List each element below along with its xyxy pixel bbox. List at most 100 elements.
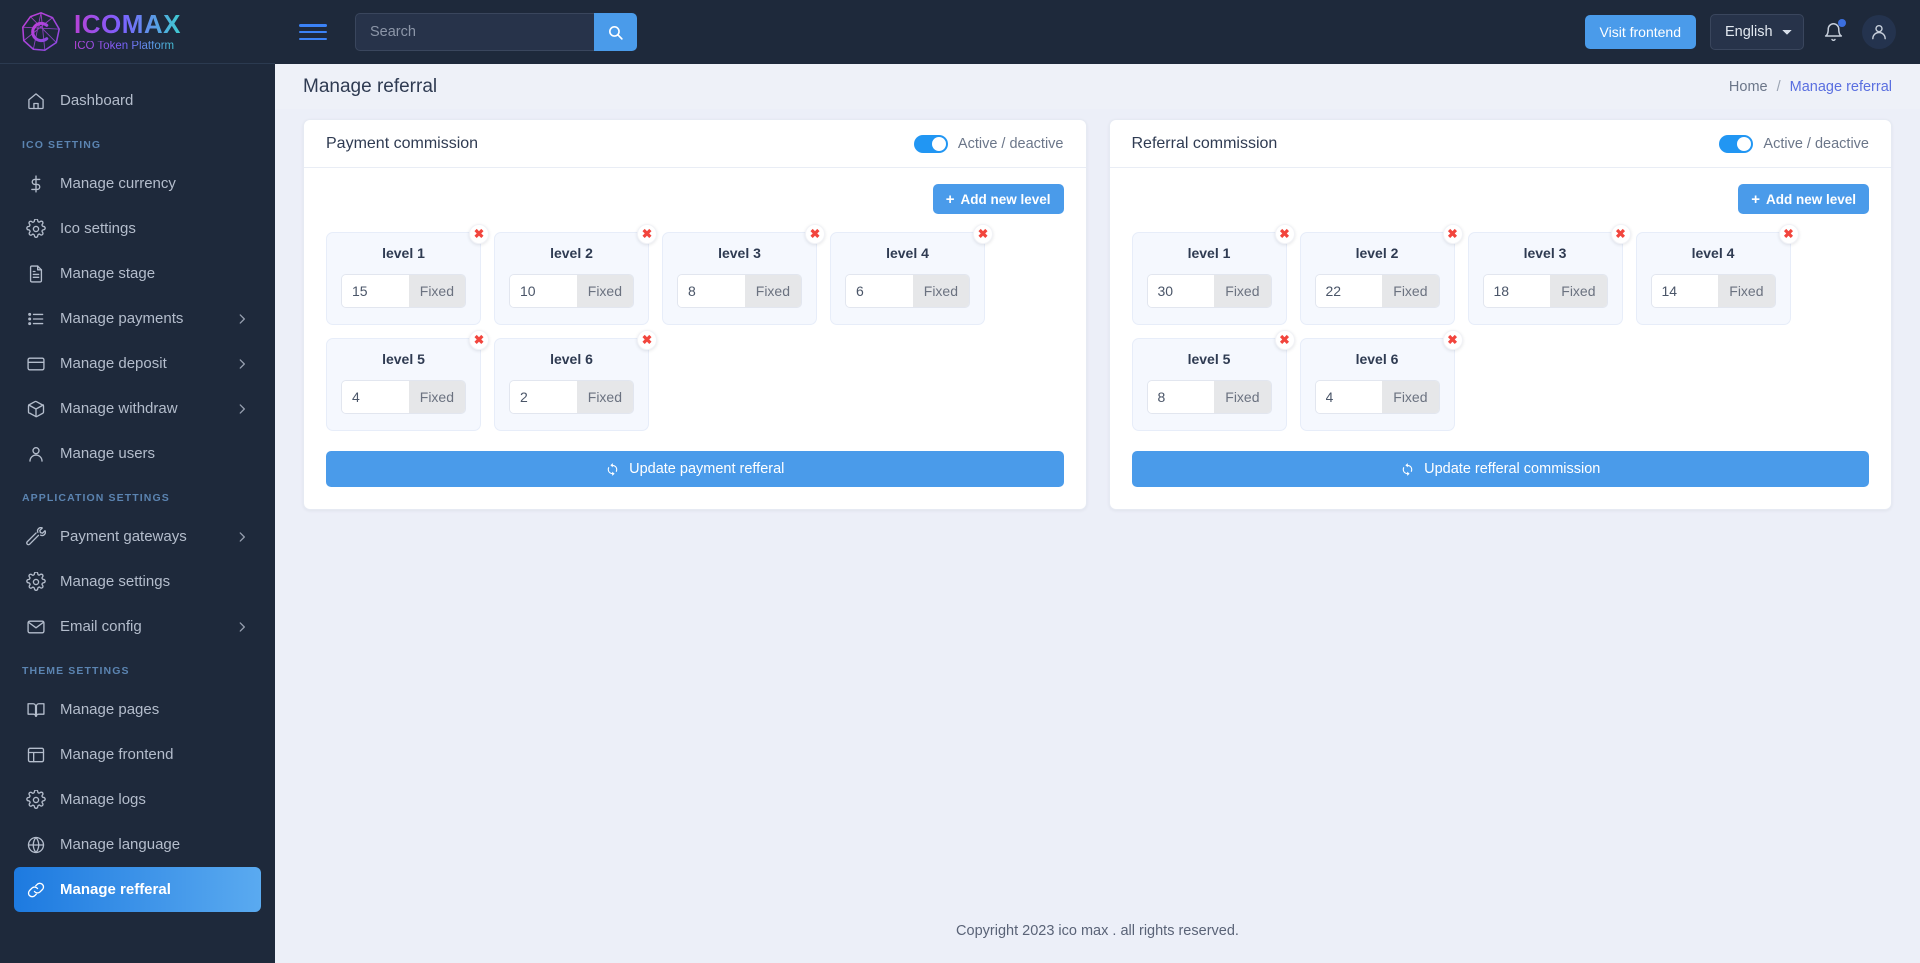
page-title: Manage referral (303, 75, 438, 97)
add-new-level-button[interactable]: + Add new level (932, 184, 1064, 214)
update-button[interactable]: Update refferal commission (1131, 451, 1869, 487)
add-level-row: + Add new level (326, 184, 1064, 214)
level-card: ✖ level 6 Fixed (1299, 330, 1463, 431)
user-icon (26, 444, 46, 464)
sidebar-item-label: Dashboard (60, 92, 134, 109)
visit-frontend-button[interactable]: Visit frontend (1584, 15, 1696, 49)
card-referral-commission: Referral commission Active / deactive + Add… (1108, 119, 1892, 510)
sidebar-item-ico-settings[interactable]: Ico settings (14, 206, 261, 251)
sidebar-item-manage-currency[interactable]: Manage currency (14, 161, 261, 206)
sidebar-item-label: Manage users (60, 445, 156, 462)
level-title: level 4 (1691, 245, 1735, 261)
levels-grid: ✖level 1Fixed✖level 2Fixed✖level 3Fixed✖… (1131, 224, 1870, 431)
sidebar-item-manage-users[interactable]: Manage users (14, 431, 261, 476)
remove-level-button[interactable]: ✖ (1442, 330, 1463, 350)
sidebar-item-label: Manage pages (60, 701, 160, 718)
remove-level-button[interactable]: ✖ (1442, 224, 1463, 244)
level-title: level 4 (886, 245, 929, 261)
notifications-button[interactable] (1818, 17, 1848, 47)
level-card: ✖ level 6 Fixed (494, 330, 657, 431)
sidebar-item-manage-settings[interactable]: Manage settings (14, 559, 261, 604)
active-deactive-toggle[interactable] (913, 134, 948, 153)
toggle-label: Active / deactive (957, 135, 1064, 152)
sidebar-item-manage-payments[interactable]: Manage payments (14, 296, 261, 341)
search-button[interactable] (594, 13, 637, 51)
breadcrumb-home[interactable]: Home (1729, 79, 1768, 95)
gear-icon (26, 571, 46, 592)
globe-icon (26, 835, 46, 855)
card-body: + Add new level ✖ level 1 Fixed ✖ level 2 Fixed… (304, 168, 1086, 509)
sidebar-item-manage-withdraw[interactable]: Manage withdraw (14, 386, 261, 431)
sidebar-item-manage-refferal[interactable]: Manage refferal (14, 867, 261, 912)
level-amount-input[interactable] (1483, 275, 1551, 307)
sidebar-item-dashboard[interactable]: Dashboard (14, 78, 261, 123)
sidebar-item-manage-pages[interactable]: Manage pages (14, 687, 261, 732)
card-payment-commission: Payment commission Active / deactive + Add … (303, 119, 1087, 510)
level-title: level 3 (1523, 245, 1567, 261)
add-new-level-label: Add new level (960, 191, 1051, 207)
remove-level-button[interactable]: ✖ (469, 330, 489, 350)
level-amount-suffix: Fixed (576, 275, 633, 307)
card-title: Payment commission (326, 134, 479, 152)
update-button[interactable]: Update payment refferal (326, 451, 1064, 487)
level-amount-input[interactable] (1315, 275, 1383, 307)
level-amount-group: Fixed (1146, 380, 1272, 414)
level-amount-input[interactable] (342, 381, 409, 413)
profile-button[interactable] (1862, 15, 1896, 49)
level-amount-input[interactable] (342, 275, 409, 307)
level-amount-group: Fixed (341, 380, 466, 414)
level-amount-suffix: Fixed (408, 381, 465, 413)
level-amount-suffix: Fixed (1718, 275, 1775, 307)
level-card: ✖ level 4 Fixed (1635, 224, 1799, 325)
remove-level-button[interactable]: ✖ (805, 224, 825, 244)
search-box (355, 13, 637, 51)
language-select[interactable]: English (1710, 14, 1804, 50)
chevron-right-icon (235, 620, 249, 634)
sidebar-item-manage-stage[interactable]: Manage stage (14, 251, 261, 296)
level-amount-input[interactable] (510, 275, 577, 307)
hamburger-icon[interactable] (299, 21, 329, 43)
level-card: ✖ level 4 Fixed (830, 224, 993, 325)
sidebar-item-payment-gateways[interactable]: Payment gateways (14, 514, 261, 559)
topbar-right-group: Visit frontend English (1584, 14, 1896, 50)
level-amount-input[interactable] (1147, 275, 1215, 307)
active-deactive-toggle[interactable] (1719, 134, 1754, 153)
level-amount-input[interactable] (1315, 381, 1383, 413)
remove-level-button[interactable]: ✖ (973, 224, 993, 244)
add-new-level-button[interactable]: + Add new level (1738, 184, 1869, 214)
breadcrumb-separator: / (1776, 78, 1781, 95)
breadcrumb-current[interactable]: Manage referral (1790, 79, 1892, 95)
remove-level-button[interactable]: ✖ (1610, 224, 1631, 244)
remove-level-button[interactable]: ✖ (637, 330, 657, 350)
brand-logo-area[interactable]: ICOMAX ICO Token Platform (0, 0, 275, 64)
level-amount-input[interactable] (678, 275, 745, 307)
plus-icon: + (1751, 190, 1760, 208)
search-icon (607, 24, 624, 41)
remove-level-button[interactable]: ✖ (1274, 224, 1295, 244)
add-level-row: + Add new level (1132, 184, 1869, 214)
card-header: Payment commission Active / deactive (304, 120, 1086, 168)
level-card: ✖ level 3 Fixed (1467, 224, 1631, 325)
credit-card-icon (26, 354, 46, 374)
chevron-right-icon (235, 530, 249, 544)
sidebar-item-email-config[interactable]: Email config (14, 604, 261, 649)
sidebar-item-manage-language[interactable]: Manage language (14, 822, 261, 867)
level-amount-suffix: Fixed (1214, 275, 1271, 307)
sidebar-item-manage-logs[interactable]: Manage logs (14, 777, 261, 822)
level-amount-group: Fixed (509, 380, 634, 414)
sidebar-item-manage-frontend[interactable]: Manage frontend (14, 732, 261, 777)
level-amount-input[interactable] (846, 275, 913, 307)
level-title: level 2 (1355, 245, 1399, 261)
sidebar-item-manage-deposit[interactable]: Manage deposit (14, 341, 261, 386)
level-amount-input[interactable] (1147, 381, 1215, 413)
remove-level-button[interactable]: ✖ (469, 224, 489, 244)
sidebar-item-label: Email config (60, 618, 142, 635)
level-amount-group: Fixed (845, 274, 970, 308)
remove-level-button[interactable]: ✖ (1778, 224, 1799, 244)
remove-level-button[interactable]: ✖ (637, 224, 657, 244)
search-input[interactable] (355, 13, 594, 51)
level-amount-suffix: Fixed (1550, 275, 1607, 307)
level-amount-input[interactable] (1651, 275, 1719, 307)
level-amount-input[interactable] (510, 381, 577, 413)
remove-level-button[interactable]: ✖ (1274, 330, 1295, 350)
